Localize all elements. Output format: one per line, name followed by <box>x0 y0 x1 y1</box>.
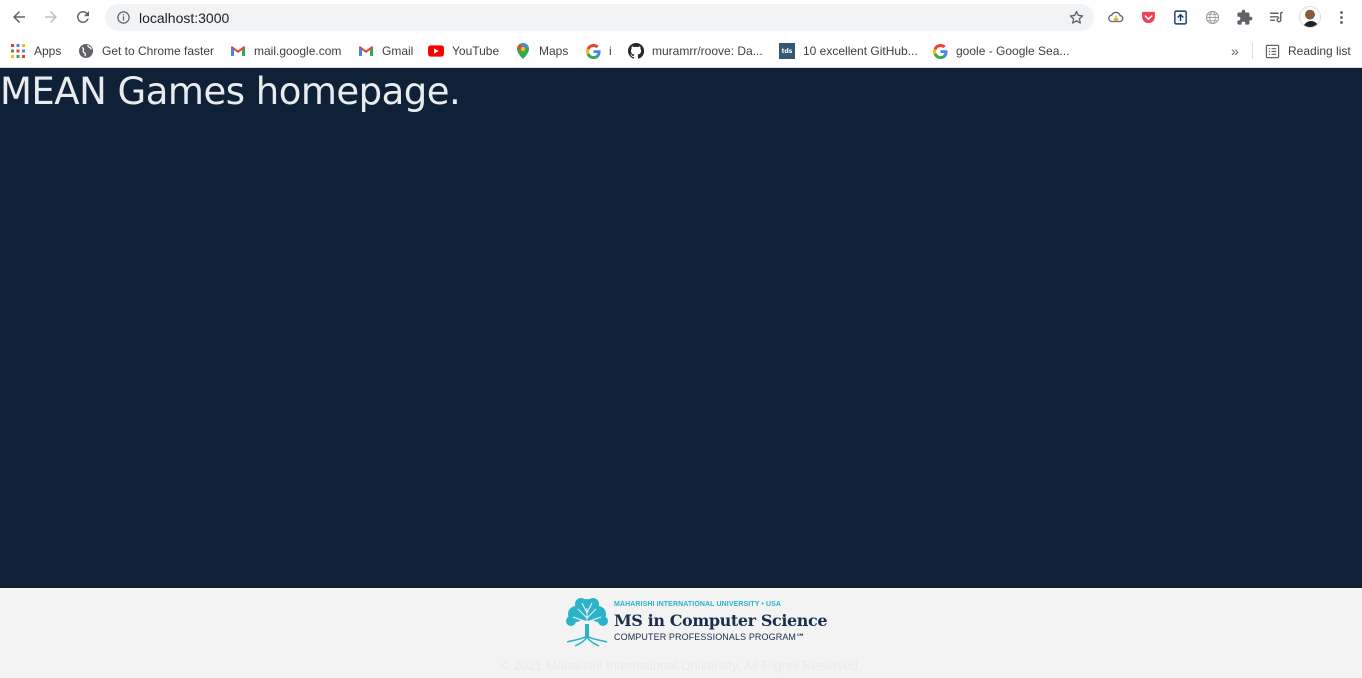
bookmark-label: Maps <box>539 44 569 58</box>
url-text[interactable]: localhost:3000 <box>139 10 229 26</box>
reload-icon <box>76 10 89 23</box>
bookmark-label: Get to Chrome faster <box>102 44 215 58</box>
bookmark-label: 10 excellent GitHub... <box>803 44 918 58</box>
arrow-left-icon <box>13 11 25 23</box>
tds-icon: tds <box>779 43 795 59</box>
upload-extension-icon[interactable] <box>1170 7 1190 27</box>
chrome-globe-icon <box>78 43 94 59</box>
arrow-right-icon <box>45 11 57 23</box>
double-chevron-right-icon: » <box>1231 43 1239 59</box>
bookmark-label: Gmail <box>382 44 414 58</box>
chrome-menu-icon[interactable] <box>1331 7 1351 27</box>
miu-logo[interactable]: MAHARISHI INTERNATIONAL UNIVERSITY • USA… <box>563 596 828 648</box>
logo-program-title: MS in Computer Science <box>614 611 828 630</box>
cloud-download-extension-icon[interactable] <box>1106 7 1126 27</box>
bookmarks-bar: Apps Get to Chrome faster mail.google.co… <box>0 34 1362 68</box>
gmail-icon <box>230 43 246 59</box>
profile-avatar[interactable] <box>1299 6 1321 28</box>
bookmark-label: YouTube <box>452 44 500 58</box>
bookmark-label: goole - Google Sea... <box>956 44 1070 58</box>
apps-grid-icon <box>10 43 26 59</box>
media-queue-icon[interactable] <box>1266 7 1286 27</box>
bookmark-google-search[interactable]: goole - Google Sea... <box>932 41 1069 61</box>
bookmark-youtube[interactable]: YouTube <box>428 41 499 61</box>
google-icon <box>932 43 948 59</box>
bookmarks-overflow-button[interactable]: » <box>1231 41 1239 61</box>
globe-extension-icon[interactable] <box>1202 7 1222 27</box>
gmail-icon <box>358 43 374 59</box>
bookmark-maps[interactable]: Maps <box>515 41 568 61</box>
reading-list-button[interactable]: Reading list <box>1264 41 1351 61</box>
bookmark-google-i[interactable]: i <box>585 41 612 61</box>
page-body: MEAN Games homepage. <box>0 68 1362 588</box>
bookmark-label: i <box>609 44 612 58</box>
maps-pin-icon <box>515 43 531 59</box>
bookmark-github-excellent[interactable]: tds 10 excellent GitHub... <box>779 41 918 61</box>
bookmark-label: muramrr/roove: Da... <box>652 44 763 58</box>
logo-program-subtitle: COMPUTER PROFESSIONALS PROGRAM℠ <box>614 632 806 642</box>
page-footer: MAHARISHI INTERNATIONAL UNIVERSITY • USA… <box>0 588 1362 678</box>
bookmark-label: Apps <box>34 44 62 58</box>
bookmark-star-icon[interactable] <box>1068 9 1085 26</box>
site-info-icon[interactable] <box>115 9 131 25</box>
bookmark-gmail[interactable]: Gmail <box>358 41 413 61</box>
github-icon <box>628 43 644 59</box>
reading-list-icon <box>1264 43 1280 59</box>
address-bar[interactable]: localhost:3000 <box>105 4 1094 31</box>
logo-university-name: MAHARISHI INTERNATIONAL UNIVERSITY • USA <box>614 601 782 608</box>
forward-button[interactable] <box>40 6 62 28</box>
youtube-icon <box>428 43 444 59</box>
tree-logo-icon <box>563 596 611 648</box>
reading-list-label: Reading list <box>1288 44 1351 58</box>
browser-toolbar: localhost:3000 <box>0 0 1362 34</box>
copyright-text: © 2021 Maharishi International Universit… <box>500 658 862 673</box>
bookmark-github-roove[interactable]: muramrr/roove: Da... <box>628 41 763 61</box>
google-icon <box>585 43 601 59</box>
back-button[interactable] <box>8 6 30 28</box>
bookmark-mail-google[interactable]: mail.google.com <box>230 41 341 61</box>
page-title: MEAN Games homepage. <box>0 70 461 113</box>
pocket-extension-icon[interactable] <box>1138 7 1158 27</box>
bookmark-chrome-faster[interactable]: Get to Chrome faster <box>78 41 214 61</box>
extensions-puzzle-icon[interactable] <box>1234 7 1254 27</box>
bookmark-apps[interactable]: Apps <box>10 41 61 61</box>
bookmarks-divider <box>1252 43 1253 59</box>
reload-button[interactable] <box>72 6 94 28</box>
bookmark-label: mail.google.com <box>254 44 342 58</box>
tds-badge: tds <box>779 43 795 59</box>
